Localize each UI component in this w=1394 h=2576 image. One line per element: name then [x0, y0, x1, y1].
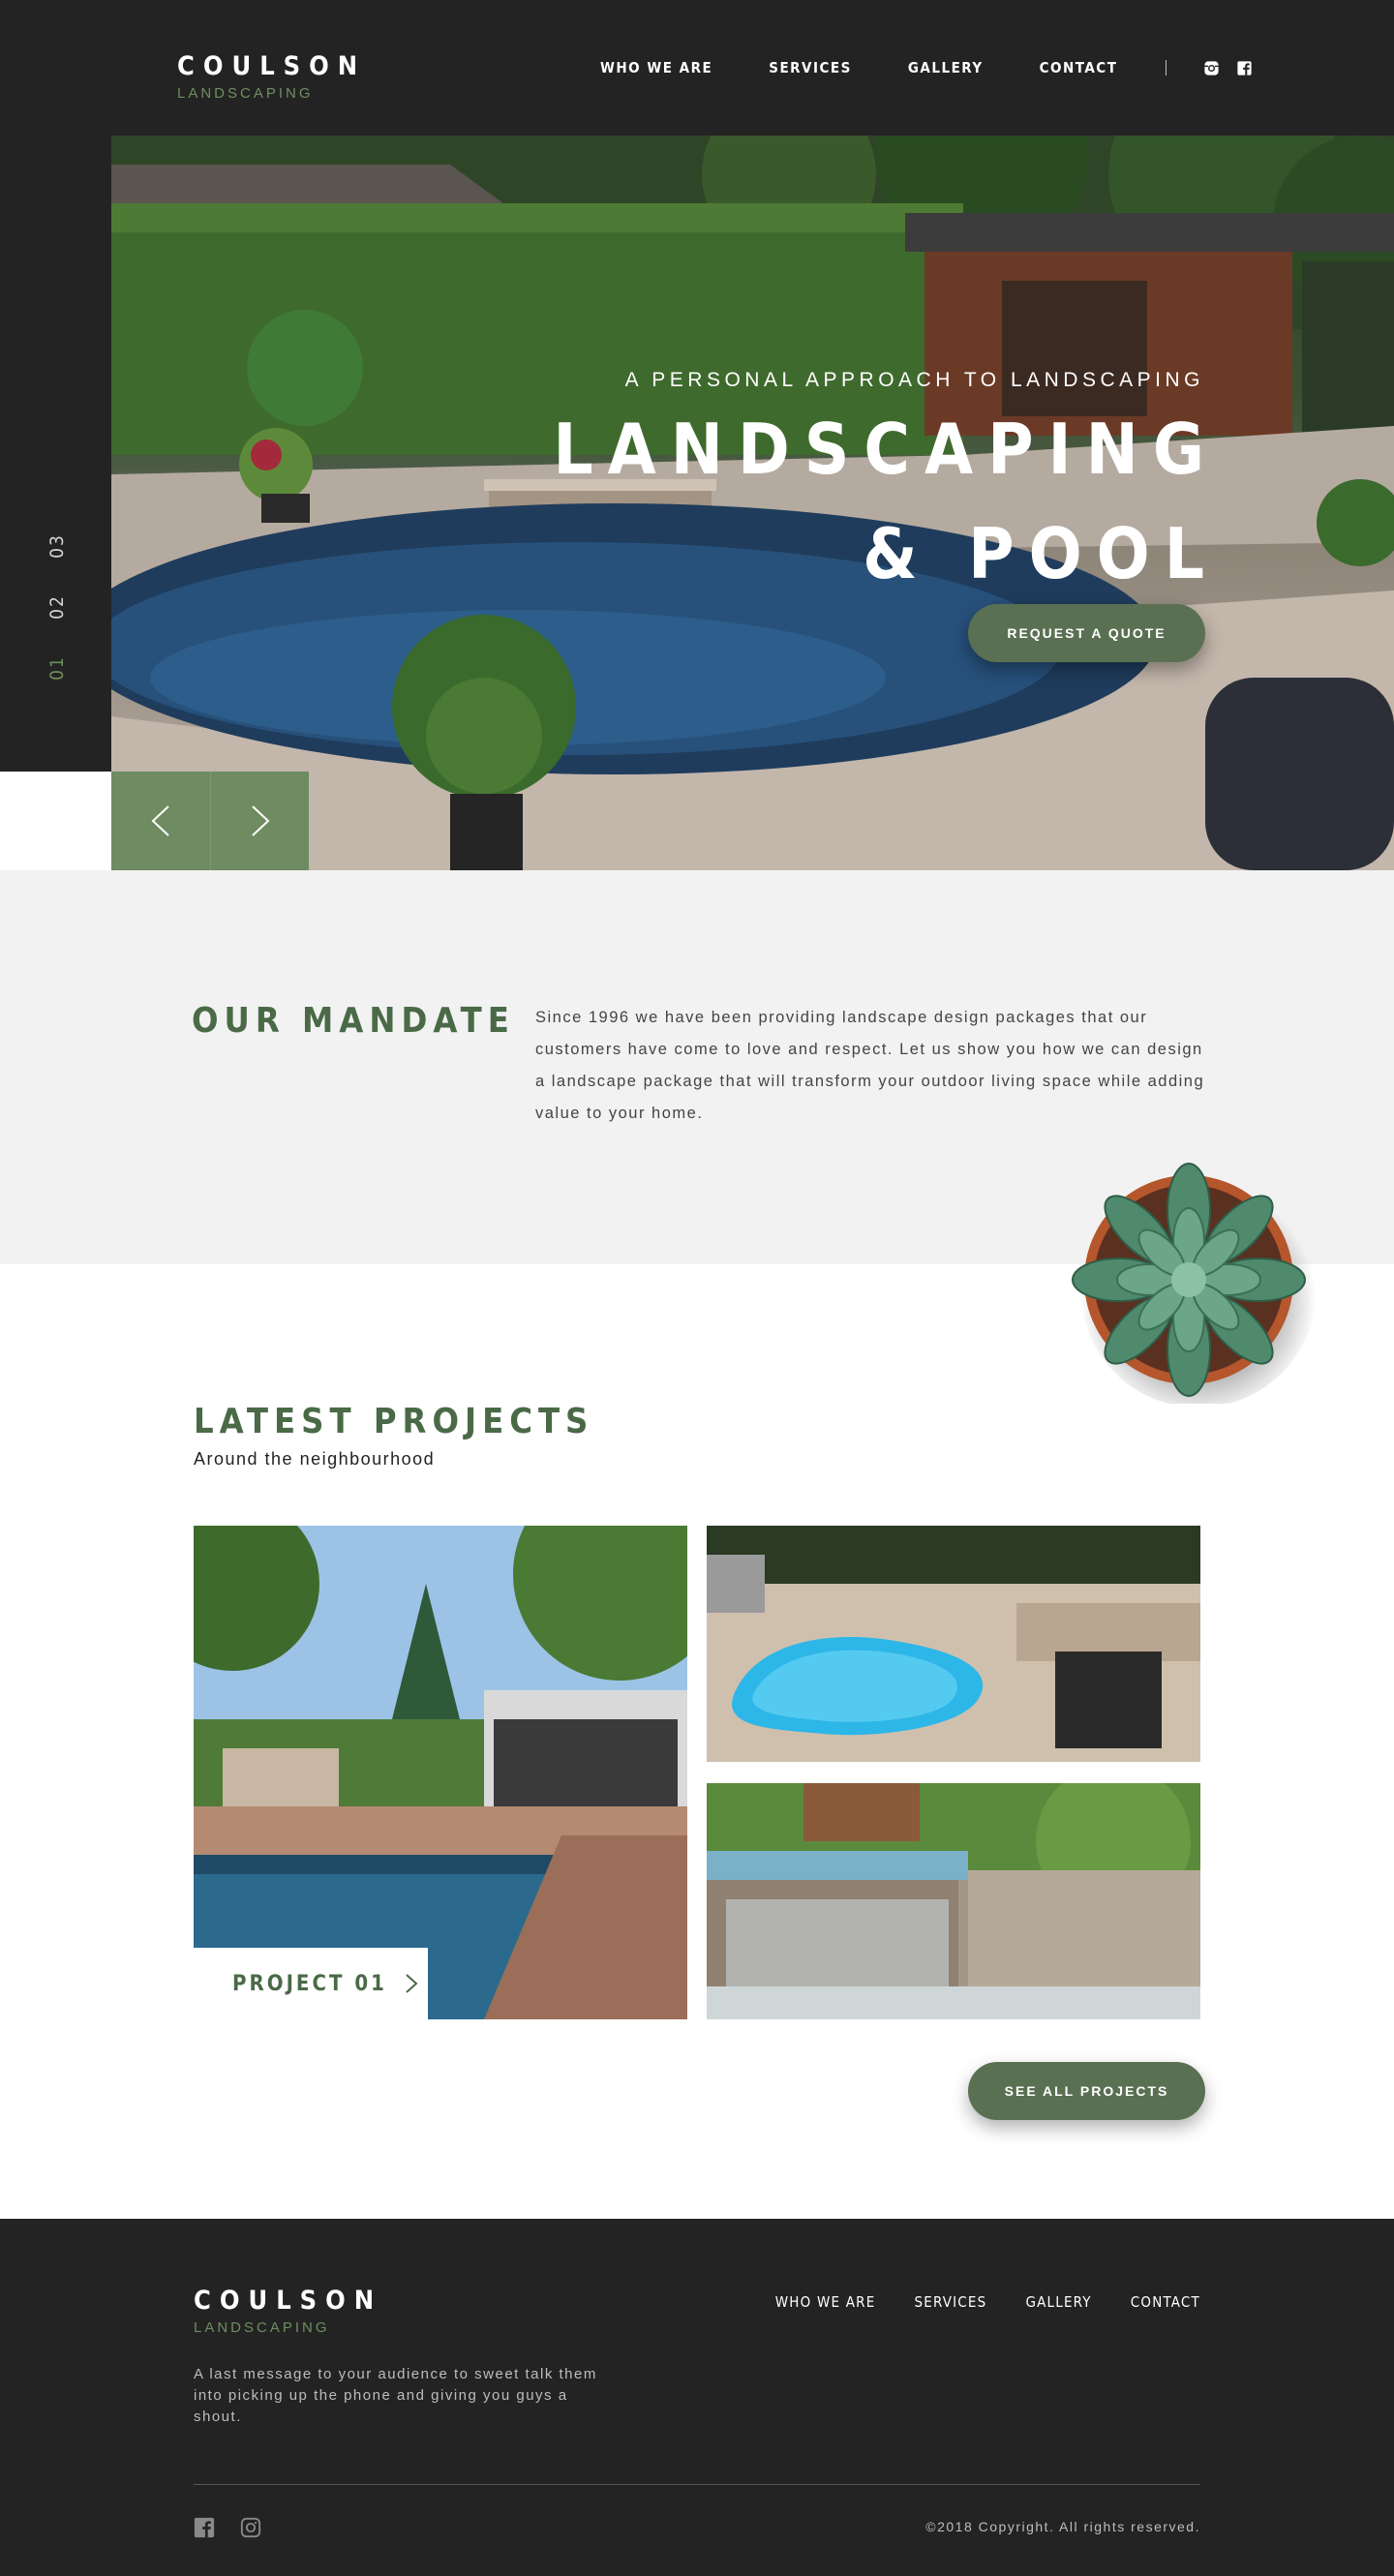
- succulent-plant-image: [1072, 1163, 1317, 1404]
- slide-number-3[interactable]: 03: [46, 531, 68, 561]
- project-label-card[interactable]: PROJECT 01: [194, 1948, 428, 2019]
- footer-social: [194, 2517, 287, 2538]
- project-image-2[interactable]: [707, 1526, 1200, 1762]
- hero-eyebrow: A PERSONAL APPROACH TO LANDSCAPING: [624, 369, 1204, 391]
- facebook-icon[interactable]: [1236, 60, 1253, 76]
- chevron-right-icon: [251, 805, 269, 836]
- main-nav: WHO WE ARE SERVICES GALLERY CONTACT: [600, 59, 1269, 76]
- slider-prev-button[interactable]: [111, 772, 210, 870]
- logo[interactable]: COULSON LANDSCAPING: [177, 51, 367, 103]
- site-header: COULSON LANDSCAPING WHO WE ARE SERVICES …: [0, 0, 1394, 136]
- projects-title: LATEST PROJECTS: [194, 1402, 594, 1441]
- footer-nav: WHO WE ARE SERVICES GALLERY CONTACT: [737, 2293, 1200, 2311]
- footer-logo-name: COULSON: [194, 2286, 383, 2316]
- slide-number-2[interactable]: 02: [46, 592, 68, 621]
- instagram-icon[interactable]: [240, 2517, 261, 2538]
- hero-title-line-2: & POOL: [863, 513, 1219, 594]
- slider-next-button[interactable]: [210, 772, 309, 870]
- hero-title-line-1: LANDSCAPING: [553, 409, 1219, 490]
- project-3-photo: [707, 1783, 1200, 2019]
- footer-nav-gallery[interactable]: GALLERY: [1025, 2293, 1091, 2311]
- project-2-photo: [707, 1526, 1200, 1762]
- logo-tagline: LANDSCAPING: [177, 85, 314, 102]
- project-1-photo: [194, 1526, 687, 2019]
- slide-number-1[interactable]: 01: [46, 653, 68, 682]
- mandate-title: OUR MANDATE: [192, 1001, 515, 1041]
- see-all-projects-button[interactable]: SEE ALL PROJECTS: [968, 2062, 1205, 2120]
- chevron-right-icon: [406, 1974, 418, 1993]
- hero-slider: A PERSONAL APPROACH TO LANDSCAPING LANDS…: [111, 136, 1394, 870]
- project-image-1[interactable]: [194, 1526, 687, 2019]
- copyright-text: ©2018 Copyright. All rights reserved.: [925, 2519, 1200, 2534]
- footer-nav-contact[interactable]: CONTACT: [1131, 2293, 1200, 2311]
- projects-subtitle: Around the neighbourhood: [194, 1449, 436, 1469]
- footer-message: A last message to your audience to sweet…: [194, 2366, 597, 2425]
- slide-indicator-panel: 03 02 01: [0, 136, 111, 772]
- mandate-text: Since 1996 we have been providing landsc…: [535, 1009, 1205, 1122]
- logo-name: COULSON: [177, 51, 367, 81]
- chevron-left-icon: [151, 805, 169, 836]
- hero-title: LANDSCAPING & POOL: [553, 397, 1204, 606]
- footer-logo-tagline: LANDSCAPING: [194, 2319, 330, 2336]
- footer-divider: [194, 2484, 1200, 2485]
- instagram-icon[interactable]: [1203, 60, 1220, 76]
- facebook-icon[interactable]: [194, 2517, 215, 2538]
- request-quote-button[interactable]: REQUEST A QUOTE: [968, 604, 1205, 662]
- footer-logo[interactable]: COULSON LANDSCAPING: [194, 2286, 383, 2337]
- nav-who-we-are[interactable]: WHO WE ARE: [600, 59, 712, 76]
- nav-gallery[interactable]: GALLERY: [908, 59, 984, 76]
- project-label: PROJECT 01: [232, 1971, 387, 1996]
- site-footer: COULSON LANDSCAPING A last message to yo…: [0, 2219, 1394, 2576]
- nav-contact[interactable]: CONTACT: [1040, 59, 1118, 76]
- project-image-3[interactable]: [707, 1783, 1200, 2019]
- nav-services[interactable]: SERVICES: [769, 59, 852, 76]
- footer-nav-who-we-are[interactable]: WHO WE ARE: [775, 2293, 876, 2311]
- slider-controls: [111, 772, 309, 870]
- nav-divider: [1166, 60, 1167, 76]
- footer-nav-services[interactable]: SERVICES: [914, 2293, 986, 2311]
